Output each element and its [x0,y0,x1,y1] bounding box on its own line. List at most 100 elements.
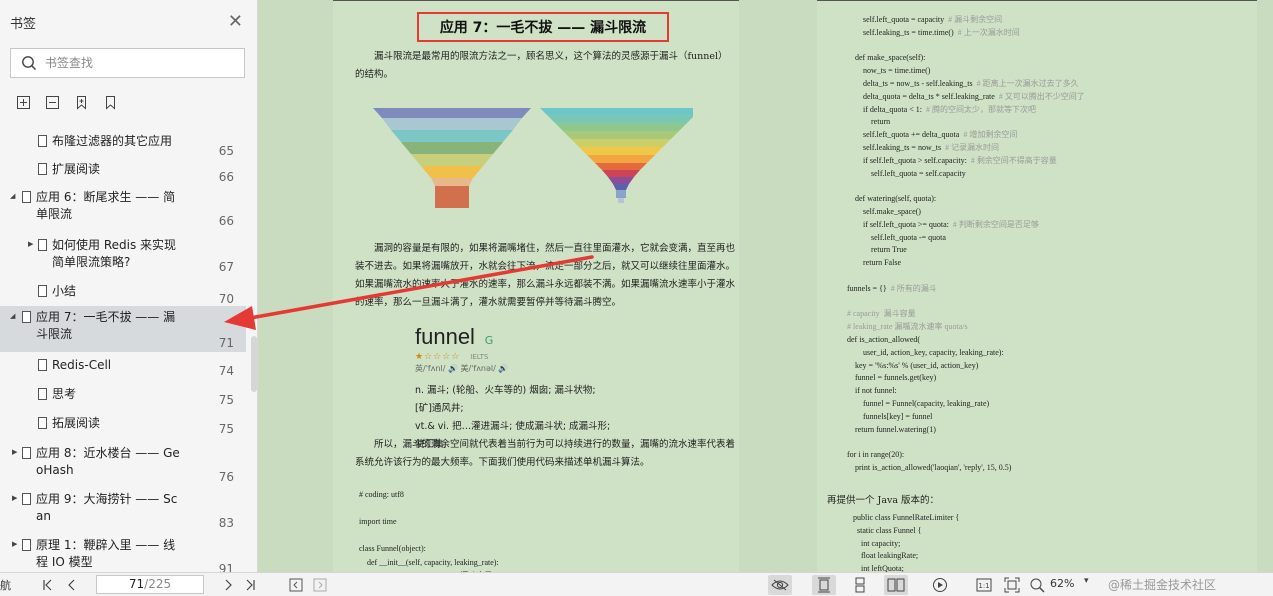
bookmark-label: 思考 [52,387,77,401]
bookmark-item[interactable]: ▶ 原理 1：鞭辟入里 —— 线 程 IO 模型 91 [0,534,246,572]
dict-level: IELTS [470,353,489,361]
bookmark-item[interactable]: 拓展阅读 75 [0,412,246,438]
code-line: user_id, action_key, capacity, leaking_r… [847,347,1004,357]
bookmark-label: 应用 7：一毛不拔 —— 漏 [36,310,176,324]
back-icon[interactable] [286,575,306,595]
expand-arrow-icon[interactable]: ▶ [12,494,17,502]
close-icon[interactable]: ✕ [228,13,243,31]
bookmark-item[interactable]: Redis-Cell 74 [0,354,246,380]
code-line: return False [847,258,901,268]
bookmark-label-cont: oHash [36,463,74,477]
paragraph-intro: 漏斗限流是最常用的限流方法之一，顾名思义，这个算法的灵感源于漏斗（funnel）… [355,51,728,80]
page-top-rule [817,0,1257,1]
code-line: if self.left_quota > self.capacity: # 剩余… [847,155,1057,165]
next-page-icon[interactable] [218,575,238,595]
code-line: return True [847,245,907,255]
code-line: if delta_quota < 1: # 腾的空间太少，那就等下次吧 [847,104,1036,114]
add-bookmark-icon[interactable] [16,95,31,110]
remove-bookmark-icon[interactable] [45,95,60,110]
code-line: funnel = funnels.get(key) [847,373,937,383]
continuous-page-icon[interactable] [848,575,872,595]
funnel-illustration [373,108,693,208]
document-viewer[interactable]: 应用 7：一毛不拔 —— 漏斗限流 漏斗限流是最常用的限流方法之一，顾名思义，这… [259,0,1273,572]
bookmark-page: 66 [218,214,234,228]
code-line: def is_action_allowed( [847,335,921,344]
double-page-icon[interactable] [884,575,908,595]
code-line: self.make_space() [847,207,921,216]
bookmark-item[interactable]: ◢ 应用 6：断尾求生 —— 简 单限流 66 [0,186,246,232]
eye-protection-icon[interactable] [768,575,792,595]
code-line: delta_quota = delta_ts * self.leaking_ra… [847,91,1085,101]
forward-icon[interactable] [310,575,330,595]
expand-arrow-icon[interactable]: ▶ [12,540,17,548]
sidebar-scrollbar[interactable] [250,124,258,572]
bookmark-label-cont: 斗限流 [36,327,73,341]
bookmark-page: 91 [218,562,234,572]
code-line: def make_space(self): [847,53,926,63]
bookmark-page: 67 [218,260,234,274]
bookmark-label: 如何使用 Redis 来实现 [52,238,177,252]
bookmark-item[interactable]: 思考 75 [0,383,246,409]
sidebar-title: 书签 [10,16,37,32]
bookmark-label: 应用 6：断尾求生 —— 简 [36,190,176,204]
page-icon [38,135,47,147]
bookmark-item[interactable]: ▶ 应用 8：近水楼台 —— Ge oHash 76 [0,442,246,486]
code-line: now_ts = time.time() [847,66,931,76]
bookmark-outline-icon[interactable] [103,95,118,110]
code-line: self.left_quota += delta_quota # 增加剩余空间 [847,130,1018,140]
bookmark-item[interactable]: 布隆过滤器的其它应用 65 [0,130,246,158]
play-icon[interactable] [928,575,952,595]
collapse-arrow-icon[interactable]: ◢ [10,192,15,200]
bookmark-item[interactable]: 扩展阅读 66 [0,158,246,184]
code-line: for i in range(20): [847,450,905,460]
zoom-dropdown-icon[interactable]: ▾ [1084,576,1089,586]
page-icon [22,191,31,203]
dict-definition-noun: n. 漏斗; (轮船、火车等的) 烟囱; 漏斗状物; [矿]通风井; [415,385,596,414]
sidebar-scroll-thumb[interactable] [251,336,257,392]
bookmark-item[interactable]: ▶ 如何使用 Redis 来实现 简单限流策略? 67 [0,234,246,278]
code-line: self.leaking_ts = time.time() # 上一次漏水时间 [847,27,1020,37]
funnel-left [373,108,531,208]
bookmark-list: 布隆过滤器的其它应用 65 扩展阅读 66 ◢ 应用 6：断尾求生 —— 简 单… [0,124,250,572]
first-page-icon[interactable] [38,575,58,595]
page-icon [38,417,47,429]
zoom-icon[interactable] [1026,575,1048,595]
code-line: def watering(self, quota): [847,194,937,204]
zoom-level[interactable]: 62% [1050,577,1074,590]
paragraph-code-intro: 所以，漏斗的剩余空间就代表着当前行为可以持续进行的数量，漏嘴的流水速率代表着系统… [355,439,736,468]
bookmark-search-box[interactable] [10,48,245,78]
document-page-left: 应用 7：一毛不拔 —— 漏斗限流 漏斗限流是最常用的限流方法之一，顾名思义，这… [333,0,739,572]
collapse-arrow-icon[interactable]: ◢ [10,312,15,320]
dict-tag-icon[interactable]: G [485,334,494,347]
last-page-icon[interactable] [240,575,260,595]
bookmark-item[interactable]: 小结 70 [0,280,246,306]
bookmark-icon[interactable] [74,95,89,110]
nav-label: 航 [0,579,11,592]
page-top-rule [333,0,739,1]
expand-arrow-icon[interactable]: ▶ [12,448,17,456]
single-page-icon[interactable] [812,575,836,595]
bookmark-label: 拓展阅读 [52,416,101,430]
dictionary-popup: funnel G ★☆☆☆☆ IELTS 英/'fʌnl/ 🔊 美/'fʌnəl… [415,324,615,454]
code-line: return [847,117,891,127]
bookmark-item-selected[interactable]: ◢ 应用 7：一毛不拔 —— 漏 斗限流 71 [0,306,246,352]
bookmark-label-cont: an [36,509,51,523]
bookmark-page: 70 [218,292,234,306]
bookmark-label-cont: 程 IO 模型 [36,555,93,569]
sidebar-tools [0,84,257,120]
page-icon [22,311,31,323]
dict-rating: ★☆☆☆☆ IELTS [415,352,489,362]
paragraph-funnel-desc: 漏洞的容量是有限的，如果将漏嘴堵住，然后一直往里面灌水，它就会变满，直至再也装不… [355,243,736,308]
fit-page-icon[interactable] [1000,575,1024,595]
code-line: return funnel.watering(1) [847,424,936,434]
funnel-right [540,108,693,203]
actual-size-icon[interactable]: 1:1 [972,575,996,595]
page-number-input[interactable]: 71/225 [96,575,204,594]
bookmark-search-input[interactable] [45,56,225,70]
code-line: key = '%s:%s' % (user_id, action_key) [847,360,979,370]
bookmark-label: 应用 8：近水楼台 —— Ge [36,446,180,460]
prev-page-icon[interactable] [62,575,82,595]
bookmark-item[interactable]: ▶ 应用 9：大海捞针 —— Sc an 83 [0,488,246,532]
code-block-python-start: # coding: utf8 import time class Funnel(… [359,490,499,572]
expand-arrow-icon[interactable]: ▶ [28,240,33,248]
